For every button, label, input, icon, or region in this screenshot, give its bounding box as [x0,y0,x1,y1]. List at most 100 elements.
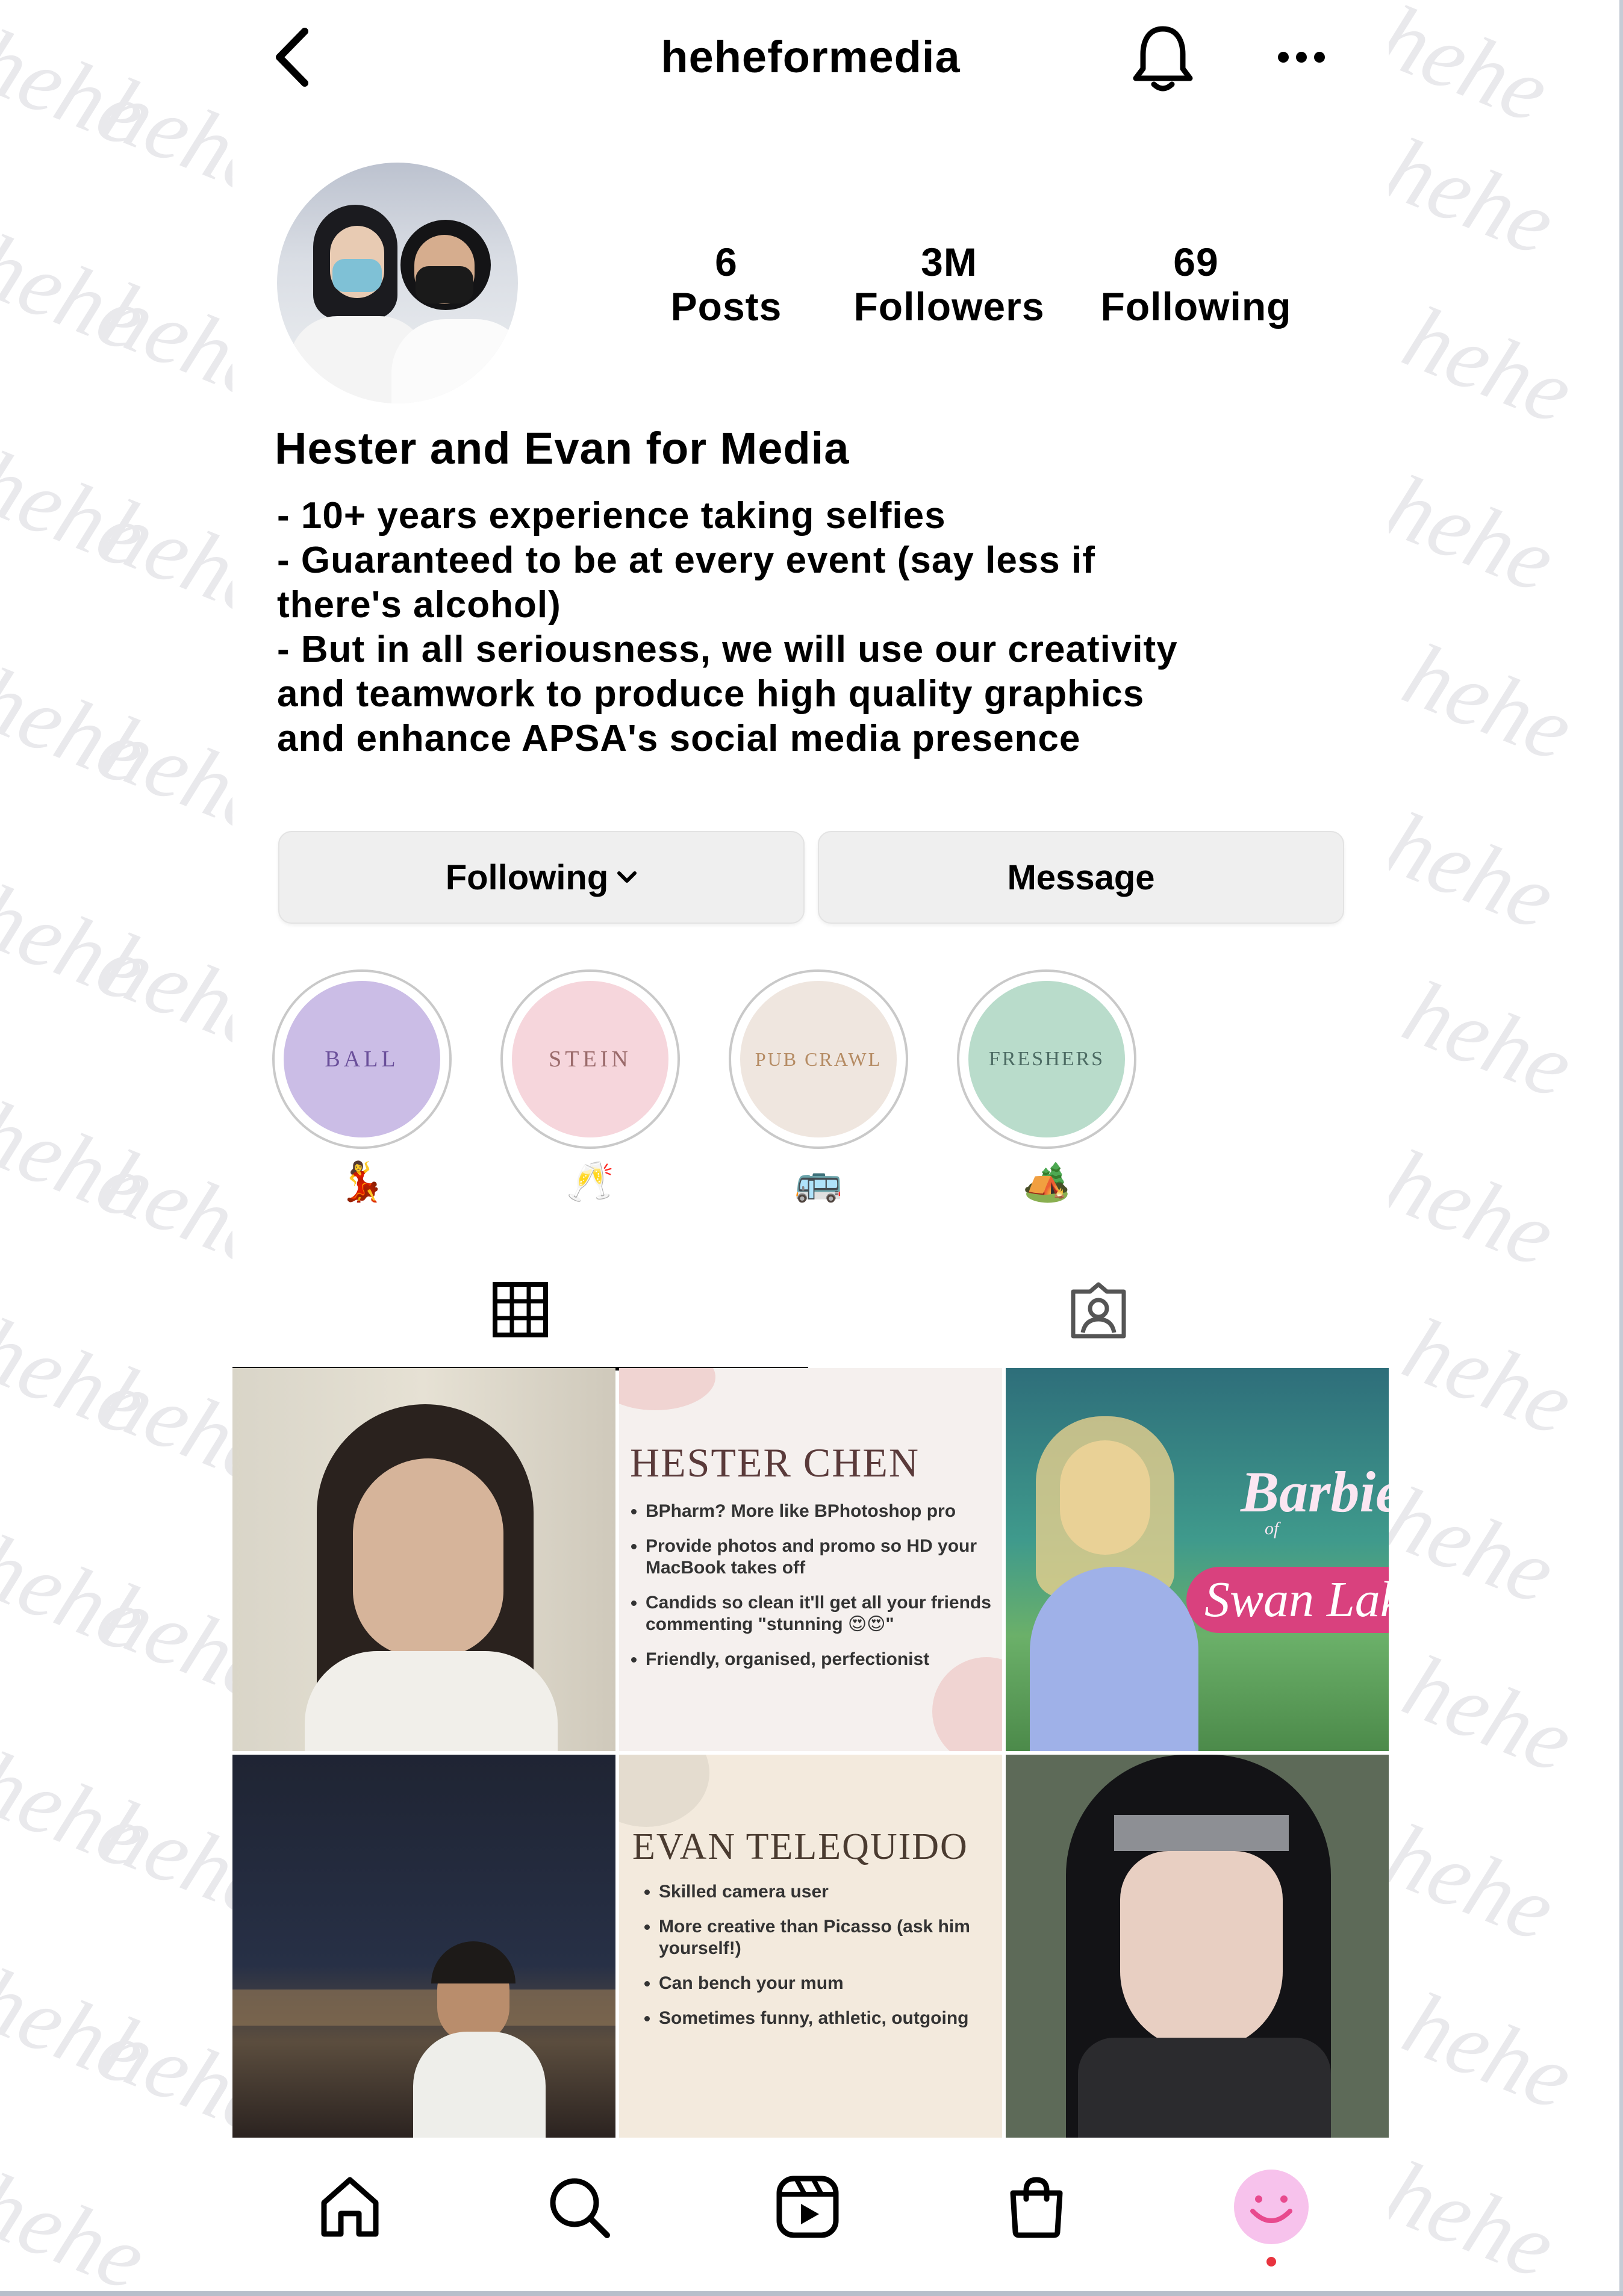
watermark: hehe [1391,287,1586,443]
following-button[interactable]: Following [278,831,805,924]
display-name: Hester and Evan for Media [275,423,850,473]
watermark: hehe [1391,961,1586,1118]
post-thumbnail[interactable]: HESTER CHEN BPharm? More like BPhotoshop… [619,1368,1002,1751]
watermark: hehe [1391,1973,1586,2129]
bio-line: and teamwork to produce high quality gra… [277,673,1145,715]
notification-dot [1266,2257,1276,2266]
tagged-icon [1071,1282,1126,1339]
profile-avatar[interactable] [277,163,518,403]
posts-count: 6 [715,240,738,284]
watermark: hehe [0,431,159,588]
watermark: hehe [1372,118,1568,275]
hester-card-title: HESTER CHEN [630,1440,920,1486]
tab-tagged[interactable] [808,1252,1389,1367]
nav-profile[interactable] [1226,2162,1316,2252]
highlight-emoji: 🚌 [794,1160,843,1203]
posts-label: Posts [670,284,782,329]
bell-icon[interactable] [1130,23,1196,95]
watermark: hehe [0,865,159,1021]
story-highlight[interactable]: BALL 💃 [272,969,452,1206]
evan-card-list: Skilled camera user More creative than P… [632,1881,1002,2042]
post-thumbnail[interactable]: EVAN TELEQUIDO Skilled camera user More … [619,1755,1002,2138]
list-item: BPharm? More like BPhotoshop pro [646,1501,1002,1522]
list-item: Provide photos and promo so HD your MacB… [646,1535,1002,1579]
profile-screen: heheformedia 6 Posts 3M Followers 69 Fol… [232,0,1389,2296]
chevron-down-icon [617,871,637,883]
bio-line: - 10+ years experience taking selfies [277,495,946,537]
story-highlight[interactable]: STEIN 🥂 [500,969,681,1206]
bio-line: and enhance APSA's social media presence [277,718,1081,759]
watermark: hehe [0,1949,159,2105]
watermark: hehe [0,1298,159,1455]
watermark: hehe [1372,792,1568,949]
grid-icon [493,1282,548,1337]
profile-bio: - 10+ years experience taking selfies - … [277,494,1355,761]
watermark: hehe [1391,1635,1586,1792]
message-button-label: Message [1007,857,1155,897]
window-edge [1619,0,1623,2296]
highlight-ring: PUB CRAWL [729,969,908,1149]
followers-stat[interactable]: 3M Followers [835,240,1064,329]
watermark: hehe [1391,624,1586,780]
hester-card-list: BPharm? More like BPhotoshop pro Provide… [619,1501,1002,1684]
story-highlight[interactable]: FRESHERS 🏕️ [956,969,1137,1206]
watermark: hehe [1372,1467,1568,1623]
highlight-cover: FRESHERS [968,981,1125,1137]
post-thumbnail[interactable] [1006,1755,1389,2138]
list-item: Candids so clean it'll get all your frie… [646,1592,1002,1635]
watermark: hehe [0,214,159,371]
home-icon [321,2177,379,2237]
post-thumbnail[interactable] [232,1368,615,1751]
list-item: Friendly, organised, perfectionist [646,1649,1002,1670]
highlight-emoji: 💃 [338,1160,386,1203]
post-thumbnail[interactable]: Barbie of Swan Lake [1006,1368,1389,1751]
bio-line: - But in all seriousness, we will use ou… [277,629,1178,670]
highlight-ring: STEIN [500,969,680,1149]
highlight-ring: FRESHERS [957,969,1136,1149]
highlight-cover: PUB CRAWL [740,981,897,1137]
following-count: 69 [1173,240,1219,284]
post-thumbnail[interactable] [232,1755,615,2138]
watermark: hehe [0,10,159,166]
nav-shop[interactable] [991,2162,1082,2252]
profile-avatar-icon [1234,2170,1309,2244]
list-item: More creative than Picasso (ask him your… [659,1916,1002,1959]
bio-line: - Guaranteed to be at every event (say l… [277,540,1095,581]
barbie-of: of [1265,1519,1279,1538]
message-button[interactable]: Message [818,831,1344,924]
nav-search[interactable] [534,2162,624,2252]
barbie-subtitle: Swan Lake [1186,1567,1389,1633]
nav-home[interactable] [305,2162,395,2252]
following-button-label: Following [445,857,609,897]
followers-count: 3M [921,240,977,284]
reels-icon [776,2176,839,2238]
watermark: hehe [0,1081,159,1238]
story-highlight[interactable]: PUB CRAWL 🚌 [728,969,909,1206]
bio-line: there's alcohol) [277,584,561,626]
watermark: hehe [1391,1298,1586,1455]
watermark: hehe [0,1515,159,1672]
bottom-nav [232,2144,1389,2276]
highlight-cover: STEIN [512,981,668,1137]
watermark: hehe [0,2153,159,2296]
posts-stat[interactable]: 6 Posts [654,240,799,329]
highlight-ring: BALL [272,969,452,1149]
evan-card-title: EVAN TELEQUIDO [632,1826,968,1867]
tab-posts-grid[interactable] [232,1252,808,1370]
highlight-emoji: 🥂 [566,1160,614,1203]
barbie-title: Barbie [1241,1460,1389,1524]
profile-username: heheformedia [661,32,961,82]
watermark: hehe [0,1732,159,1888]
list-item: Skilled camera user [659,1881,1002,1903]
following-stat[interactable]: 69 Following [1088,240,1304,329]
watermark: hehe [1372,1130,1568,1286]
search-icon [550,2178,610,2238]
watermark: hehe [1372,1804,1568,1961]
more-icon[interactable] [1268,36,1335,78]
nav-reels[interactable] [762,2162,853,2252]
window-edge [0,2291,1623,2296]
shop-icon [1010,2177,1063,2238]
highlight-cover: BALL [284,981,440,1137]
list-item: Sometimes funny, athletic, outgoing [659,2008,1002,2029]
watermark: hehe [1372,455,1568,612]
